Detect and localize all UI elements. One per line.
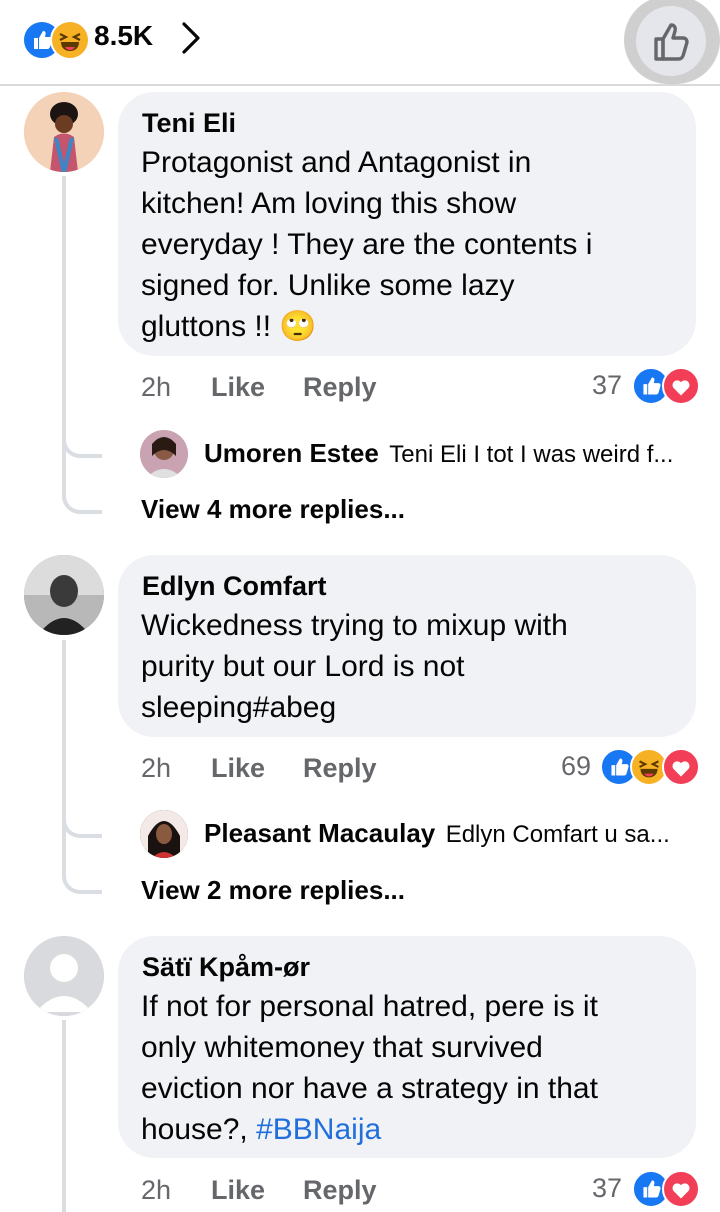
like-button[interactable] bbox=[636, 6, 706, 76]
thread-line bbox=[62, 640, 66, 872]
avatar-umoren-estee[interactable] bbox=[140, 430, 188, 478]
view-more-replies[interactable]: View 4 more replies... bbox=[141, 494, 405, 525]
haha-icon bbox=[50, 20, 90, 60]
love-icon bbox=[662, 748, 700, 786]
love-icon bbox=[662, 367, 700, 405]
reply-action[interactable]: Reply bbox=[303, 372, 377, 403]
comment-time: 2h bbox=[141, 753, 172, 783]
avatar-teni-eli[interactable] bbox=[24, 92, 104, 172]
more-connector bbox=[62, 488, 102, 514]
thread-line bbox=[62, 1020, 66, 1212]
comment-text: If not for personal hatred, pere is it o… bbox=[141, 990, 598, 1146]
reply-preview[interactable]: Umoren Estee Teni Eli I tot I was weird … bbox=[204, 438, 673, 469]
reply-action[interactable]: Reply bbox=[303, 1175, 377, 1206]
avatar-placeholder-icon[interactable] bbox=[24, 936, 104, 1016]
comment-time: 2h bbox=[141, 372, 172, 402]
more-connector bbox=[62, 868, 102, 894]
reaction-count[interactable]: 69 bbox=[561, 751, 591, 782]
reply-text: Teni Eli I tot I was weird f... bbox=[389, 441, 674, 468]
reaction-count[interactable]: 8.5K bbox=[94, 20, 153, 52]
like-action[interactable]: Like bbox=[211, 372, 265, 403]
comment-author[interactable]: Teni Eli bbox=[142, 108, 236, 139]
love-icon bbox=[662, 1170, 700, 1208]
reply-author: Umoren Estee bbox=[204, 438, 379, 468]
reaction-count[interactable]: 37 bbox=[592, 1173, 622, 1204]
view-more-replies[interactable]: View 2 more replies... bbox=[141, 875, 405, 906]
reply-connector bbox=[62, 812, 102, 838]
comment-author[interactable]: Edlyn Comfart bbox=[142, 571, 327, 602]
reaction-count[interactable]: 37 bbox=[592, 370, 622, 401]
avatar-edlyn-comfart[interactable] bbox=[24, 555, 104, 635]
like-action[interactable]: Like bbox=[211, 753, 265, 784]
comment-text: Wickedness trying to mixup with purity b… bbox=[141, 609, 568, 724]
reactions-header: 8.5K bbox=[0, 0, 720, 86]
reply-connector bbox=[62, 432, 102, 458]
reply-author: Pleasant Macaulay bbox=[204, 818, 436, 848]
comment-time: 2h bbox=[141, 1175, 172, 1205]
reply-preview[interactable]: Pleasant Macaulay Edlyn Comfart u sa... bbox=[204, 818, 670, 849]
reply-text: Edlyn Comfart u sa... bbox=[445, 821, 670, 848]
hashtag-link[interactable]: #BBNaija bbox=[256, 1113, 381, 1146]
comment-text: Protagonist and Antagonist in kitchen! A… bbox=[141, 146, 593, 343]
like-action[interactable]: Like bbox=[211, 1175, 265, 1206]
chevron-right-icon[interactable] bbox=[178, 18, 206, 58]
reply-action[interactable]: Reply bbox=[303, 753, 377, 784]
comment-author[interactable]: Sätï Kpåm-ør bbox=[142, 952, 310, 983]
avatar-pleasant-macaulay[interactable] bbox=[140, 810, 188, 858]
thumbs-up-icon bbox=[654, 23, 689, 61]
